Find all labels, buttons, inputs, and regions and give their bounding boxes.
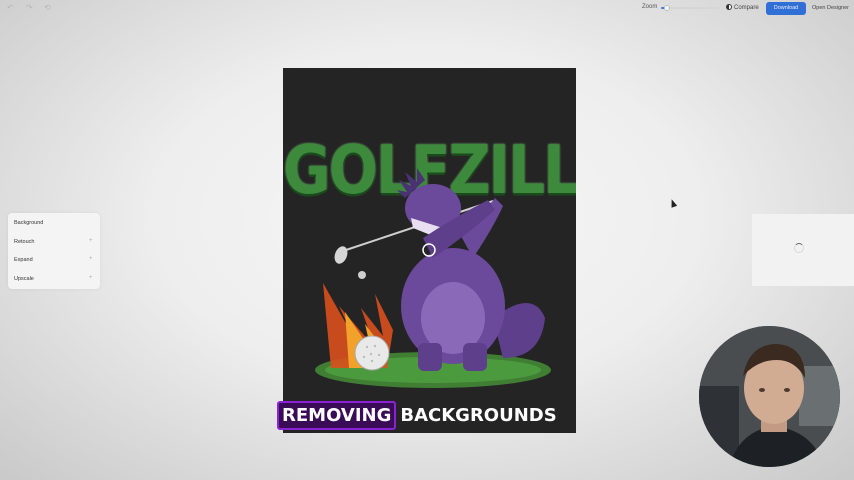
open-designer-button[interactable]: Open Designer bbox=[812, 5, 849, 11]
download-button[interactable]: Download bbox=[766, 2, 806, 15]
back-icon[interactable]: ⟲ bbox=[44, 4, 52, 12]
tool-retouch[interactable]: Retouch bbox=[14, 239, 35, 245]
tool-upscale[interactable]: Upscale bbox=[14, 276, 34, 282]
tool-expand[interactable]: Expand bbox=[14, 257, 33, 263]
compare-button[interactable]: Compare bbox=[726, 4, 759, 11]
presenter-avatar bbox=[699, 326, 840, 467]
webcam-overlay bbox=[699, 326, 840, 467]
artwork-canvas[interactable]: GOLFZILLA bbox=[283, 68, 576, 433]
redo-icon[interactable]: ↷ bbox=[26, 4, 34, 12]
expand-retouch-icon[interactable]: + bbox=[89, 238, 93, 244]
expand-expand-icon[interactable]: + bbox=[89, 256, 93, 262]
compare-icon bbox=[726, 4, 732, 10]
zoom-slider[interactable] bbox=[661, 5, 719, 11]
video-caption: REMOVING BACKGROUNDS bbox=[277, 401, 557, 430]
caption-highlight-word: REMOVING bbox=[277, 401, 397, 430]
zoom-label: Zoom bbox=[642, 4, 658, 10]
top-toolbar: ↶ ↷ ⟲ Zoom Compare Download Open Designe… bbox=[0, 0, 854, 18]
zoom-slider-handle[interactable] bbox=[663, 5, 670, 11]
tools-panel: Background Retouch + Expand + Upscale + bbox=[8, 213, 100, 289]
compare-label: Compare bbox=[734, 5, 759, 11]
loading-spinner-icon bbox=[794, 243, 804, 253]
undo-icon[interactable]: ↶ bbox=[7, 4, 15, 12]
mouse-cursor-icon bbox=[668, 198, 678, 208]
caption-text: BACKGROUNDS bbox=[400, 405, 557, 426]
artwork-illustration bbox=[315, 168, 551, 388]
expand-upscale-icon[interactable]: + bbox=[89, 275, 93, 281]
tool-background[interactable]: Background bbox=[14, 220, 43, 226]
